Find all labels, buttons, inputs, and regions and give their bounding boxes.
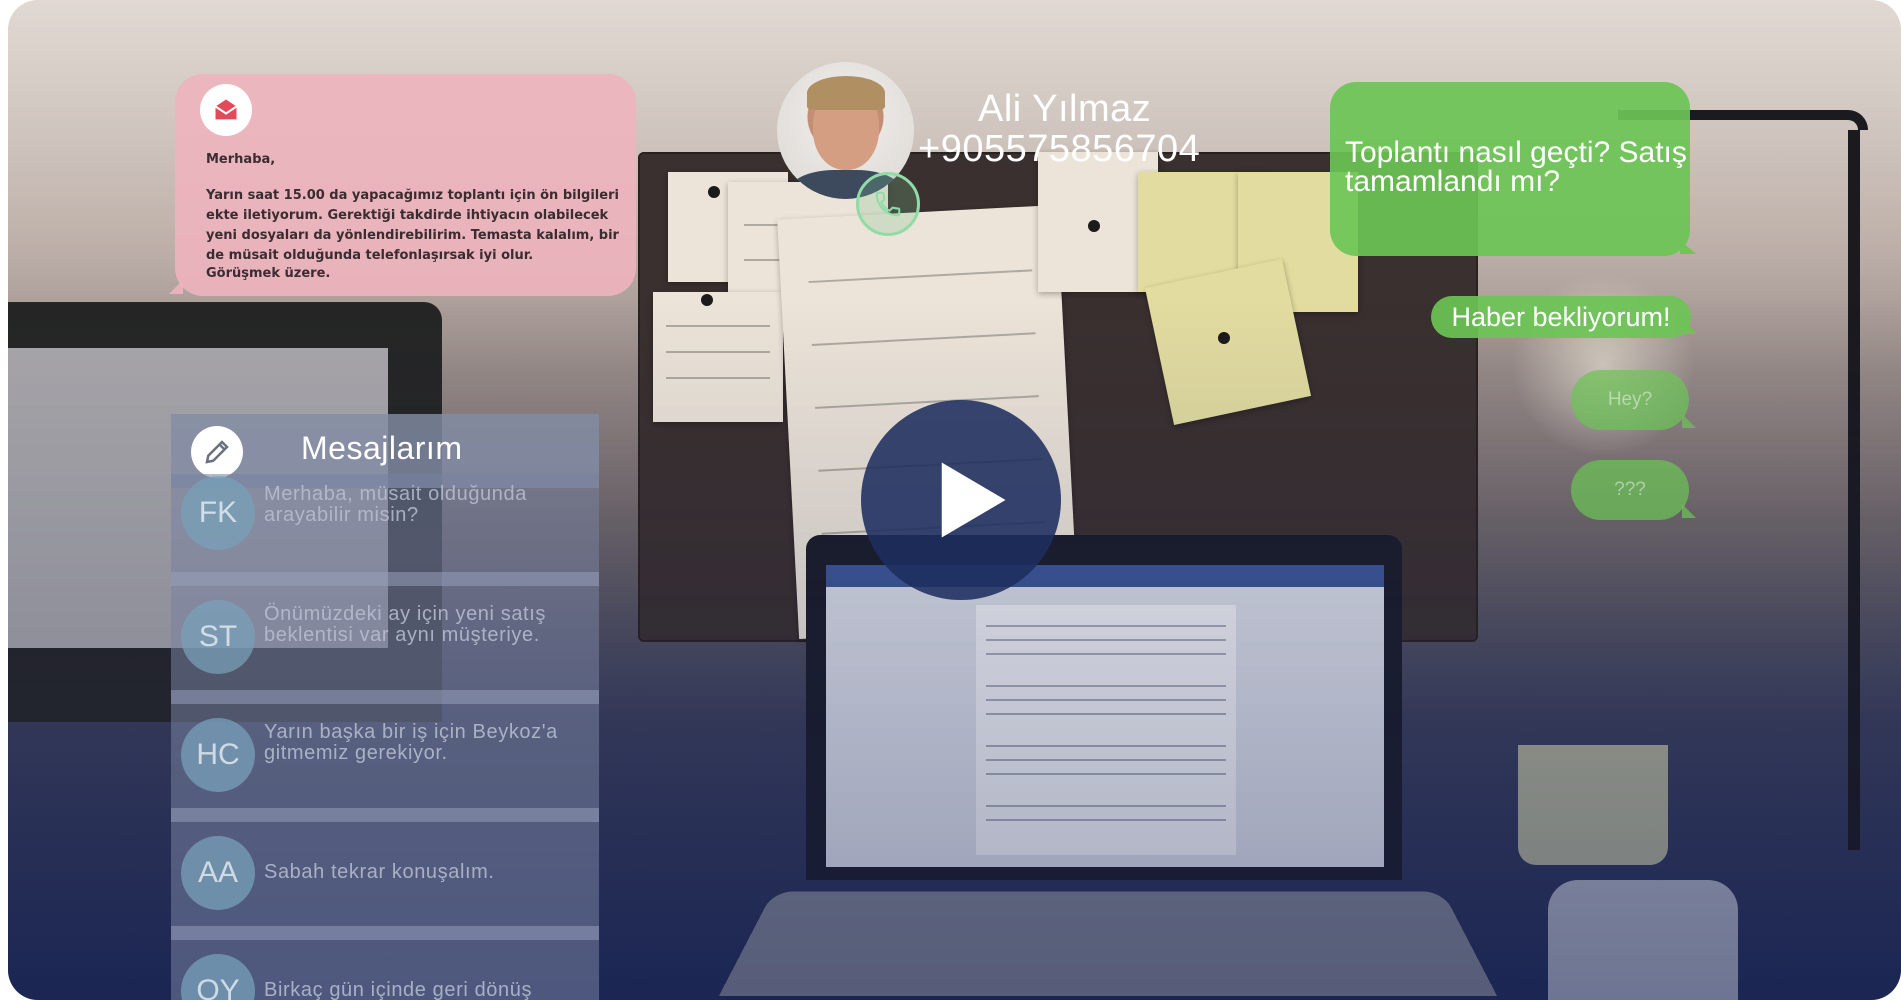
chat-hey-text: Hey? <box>1607 389 1653 410</box>
message-preview: Önümüzdeki ay için yeni satış beklentisi… <box>264 603 546 646</box>
email-greeting: Merhaba, <box>206 152 276 167</box>
video-thumbnail[interactable]: Merhaba, Yarın saat 15.00 da yapacağımız… <box>8 0 1901 1000</box>
caller-name: Ali Yılmaz <box>978 88 1152 130</box>
pencil-icon[interactable] <box>191 426 243 478</box>
chat-question-text: Toplantı nasıl geçti? Satış tamamlandı m… <box>1345 136 1687 198</box>
chat-bubble-tail <box>1683 320 1697 334</box>
chat-bubble-qmarks: ??? <box>1571 460 1689 520</box>
envelope-icon <box>200 84 252 136</box>
contact-avatar: FK <box>181 476 255 550</box>
contact-avatar: OY <box>181 954 255 1000</box>
chat-followup-text: Haber bekliyorum! <box>1451 301 1671 332</box>
chat-bubble-question: Toplantı nasıl geçti? Satış tamamlandı m… <box>1330 82 1690 256</box>
chat-bubble-tail <box>1680 240 1696 254</box>
contact-avatar: AA <box>181 836 255 910</box>
chat-bubble-tail <box>1682 504 1696 518</box>
email-body: Yarın saat 15.00 da yapacağımız toplantı… <box>206 188 619 263</box>
message-preview: Sabah tekrar konuşalım. <box>264 861 495 883</box>
chat-bubble-hey: Hey? <box>1571 370 1689 430</box>
caller-phone-number: +905575856704 <box>918 128 1201 170</box>
message-item[interactable]: OY Birkaç gün içinde geri dönüş <box>171 926 599 1000</box>
contact-avatar: HC <box>181 718 255 792</box>
message-item[interactable]: HC Yarın başka bir iş için Beykoz'a gitm… <box>171 690 599 808</box>
messages-title: Mesajlarım <box>301 430 463 466</box>
play-icon <box>941 462 1006 538</box>
phone-icon[interactable] <box>856 172 920 236</box>
chat-bubble-tail <box>1682 414 1696 428</box>
play-button[interactable] <box>861 400 1061 600</box>
message-preview: Yarın başka bir iş için Beykoz'a gitmemi… <box>264 721 558 764</box>
contact-avatar: ST <box>181 600 255 674</box>
messages-panel: Mesajlarım FK Merhaba, müsait olduğunda … <box>171 414 599 1000</box>
message-preview: Merhaba, müsait olduğunda arayabilir mis… <box>264 483 527 526</box>
message-item[interactable]: FK Merhaba, müsait olduğunda arayabilir … <box>171 474 599 572</box>
message-item[interactable]: ST Önümüzdeki ay için yeni satış beklent… <box>171 572 599 690</box>
chat-bubble-followup: Haber bekliyorum! <box>1431 296 1691 338</box>
message-preview: Birkaç gün içinde geri dönüş <box>264 979 533 1000</box>
chat-qmarks-text: ??? <box>1614 479 1646 500</box>
email-signoff: Görüşmek üzere. <box>206 266 331 281</box>
message-item[interactable]: AA Sabah tekrar konuşalım. <box>171 808 599 926</box>
email-bubble: Merhaba, Yarın saat 15.00 da yapacağımız… <box>169 74 636 296</box>
